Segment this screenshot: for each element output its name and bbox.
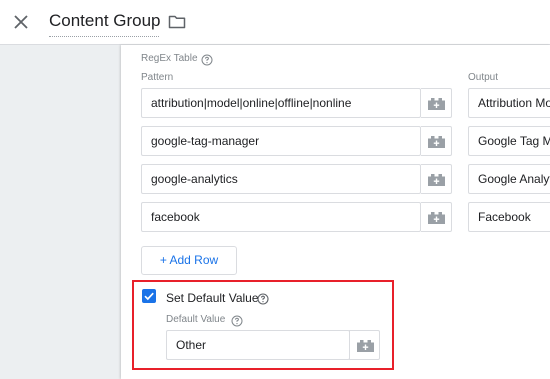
output-input[interactable]: Attribution Mo xyxy=(468,88,550,118)
variable-picker-button[interactable] xyxy=(421,126,452,156)
pattern-input[interactable]: google-tag-manager xyxy=(141,126,421,156)
output-input[interactable]: Google Analyti xyxy=(468,164,550,194)
close-icon[interactable] xyxy=(9,10,33,34)
help-icon[interactable] xyxy=(257,292,269,305)
pattern-input[interactable]: attribution|model|online|offline|nonline xyxy=(141,88,421,118)
default-value-checkbox-label[interactable]: Set Default Value xyxy=(166,291,259,305)
pattern-input[interactable]: facebook xyxy=(141,202,421,232)
variable-block-icon xyxy=(428,98,445,110)
output-input[interactable]: Facebook xyxy=(468,202,550,232)
title-underline xyxy=(49,36,159,37)
variable-picker-button[interactable] xyxy=(421,202,452,232)
output-input[interactable]: Google Tag Ma xyxy=(468,126,550,156)
variable-block-icon xyxy=(428,174,445,186)
page-title[interactable]: Content Group xyxy=(49,11,161,31)
regex-table-label: RegEx Table xyxy=(141,53,198,64)
variable-picker-button[interactable] xyxy=(421,88,452,118)
pattern-column-header: Pattern xyxy=(141,72,174,83)
help-icon[interactable] xyxy=(201,53,213,66)
pattern-input[interactable]: google-analytics xyxy=(141,164,421,194)
output-column-header: Output xyxy=(468,72,499,83)
variable-block-icon xyxy=(357,340,374,352)
header-bar: Content Group xyxy=(0,0,550,45)
default-value-field-label: Default Value xyxy=(166,314,226,325)
variable-block-icon xyxy=(428,136,445,148)
folder-icon[interactable] xyxy=(167,12,187,32)
checkmark-icon xyxy=(144,292,154,301)
variable-block-icon xyxy=(428,212,445,224)
default-value-checkbox[interactable] xyxy=(142,289,156,303)
help-icon[interactable] xyxy=(231,314,243,327)
variable-picker-button[interactable] xyxy=(349,330,380,360)
add-row-button[interactable]: + Add Row xyxy=(141,246,237,275)
default-value-input[interactable]: Other xyxy=(166,330,350,360)
variable-picker-button[interactable] xyxy=(421,164,452,194)
